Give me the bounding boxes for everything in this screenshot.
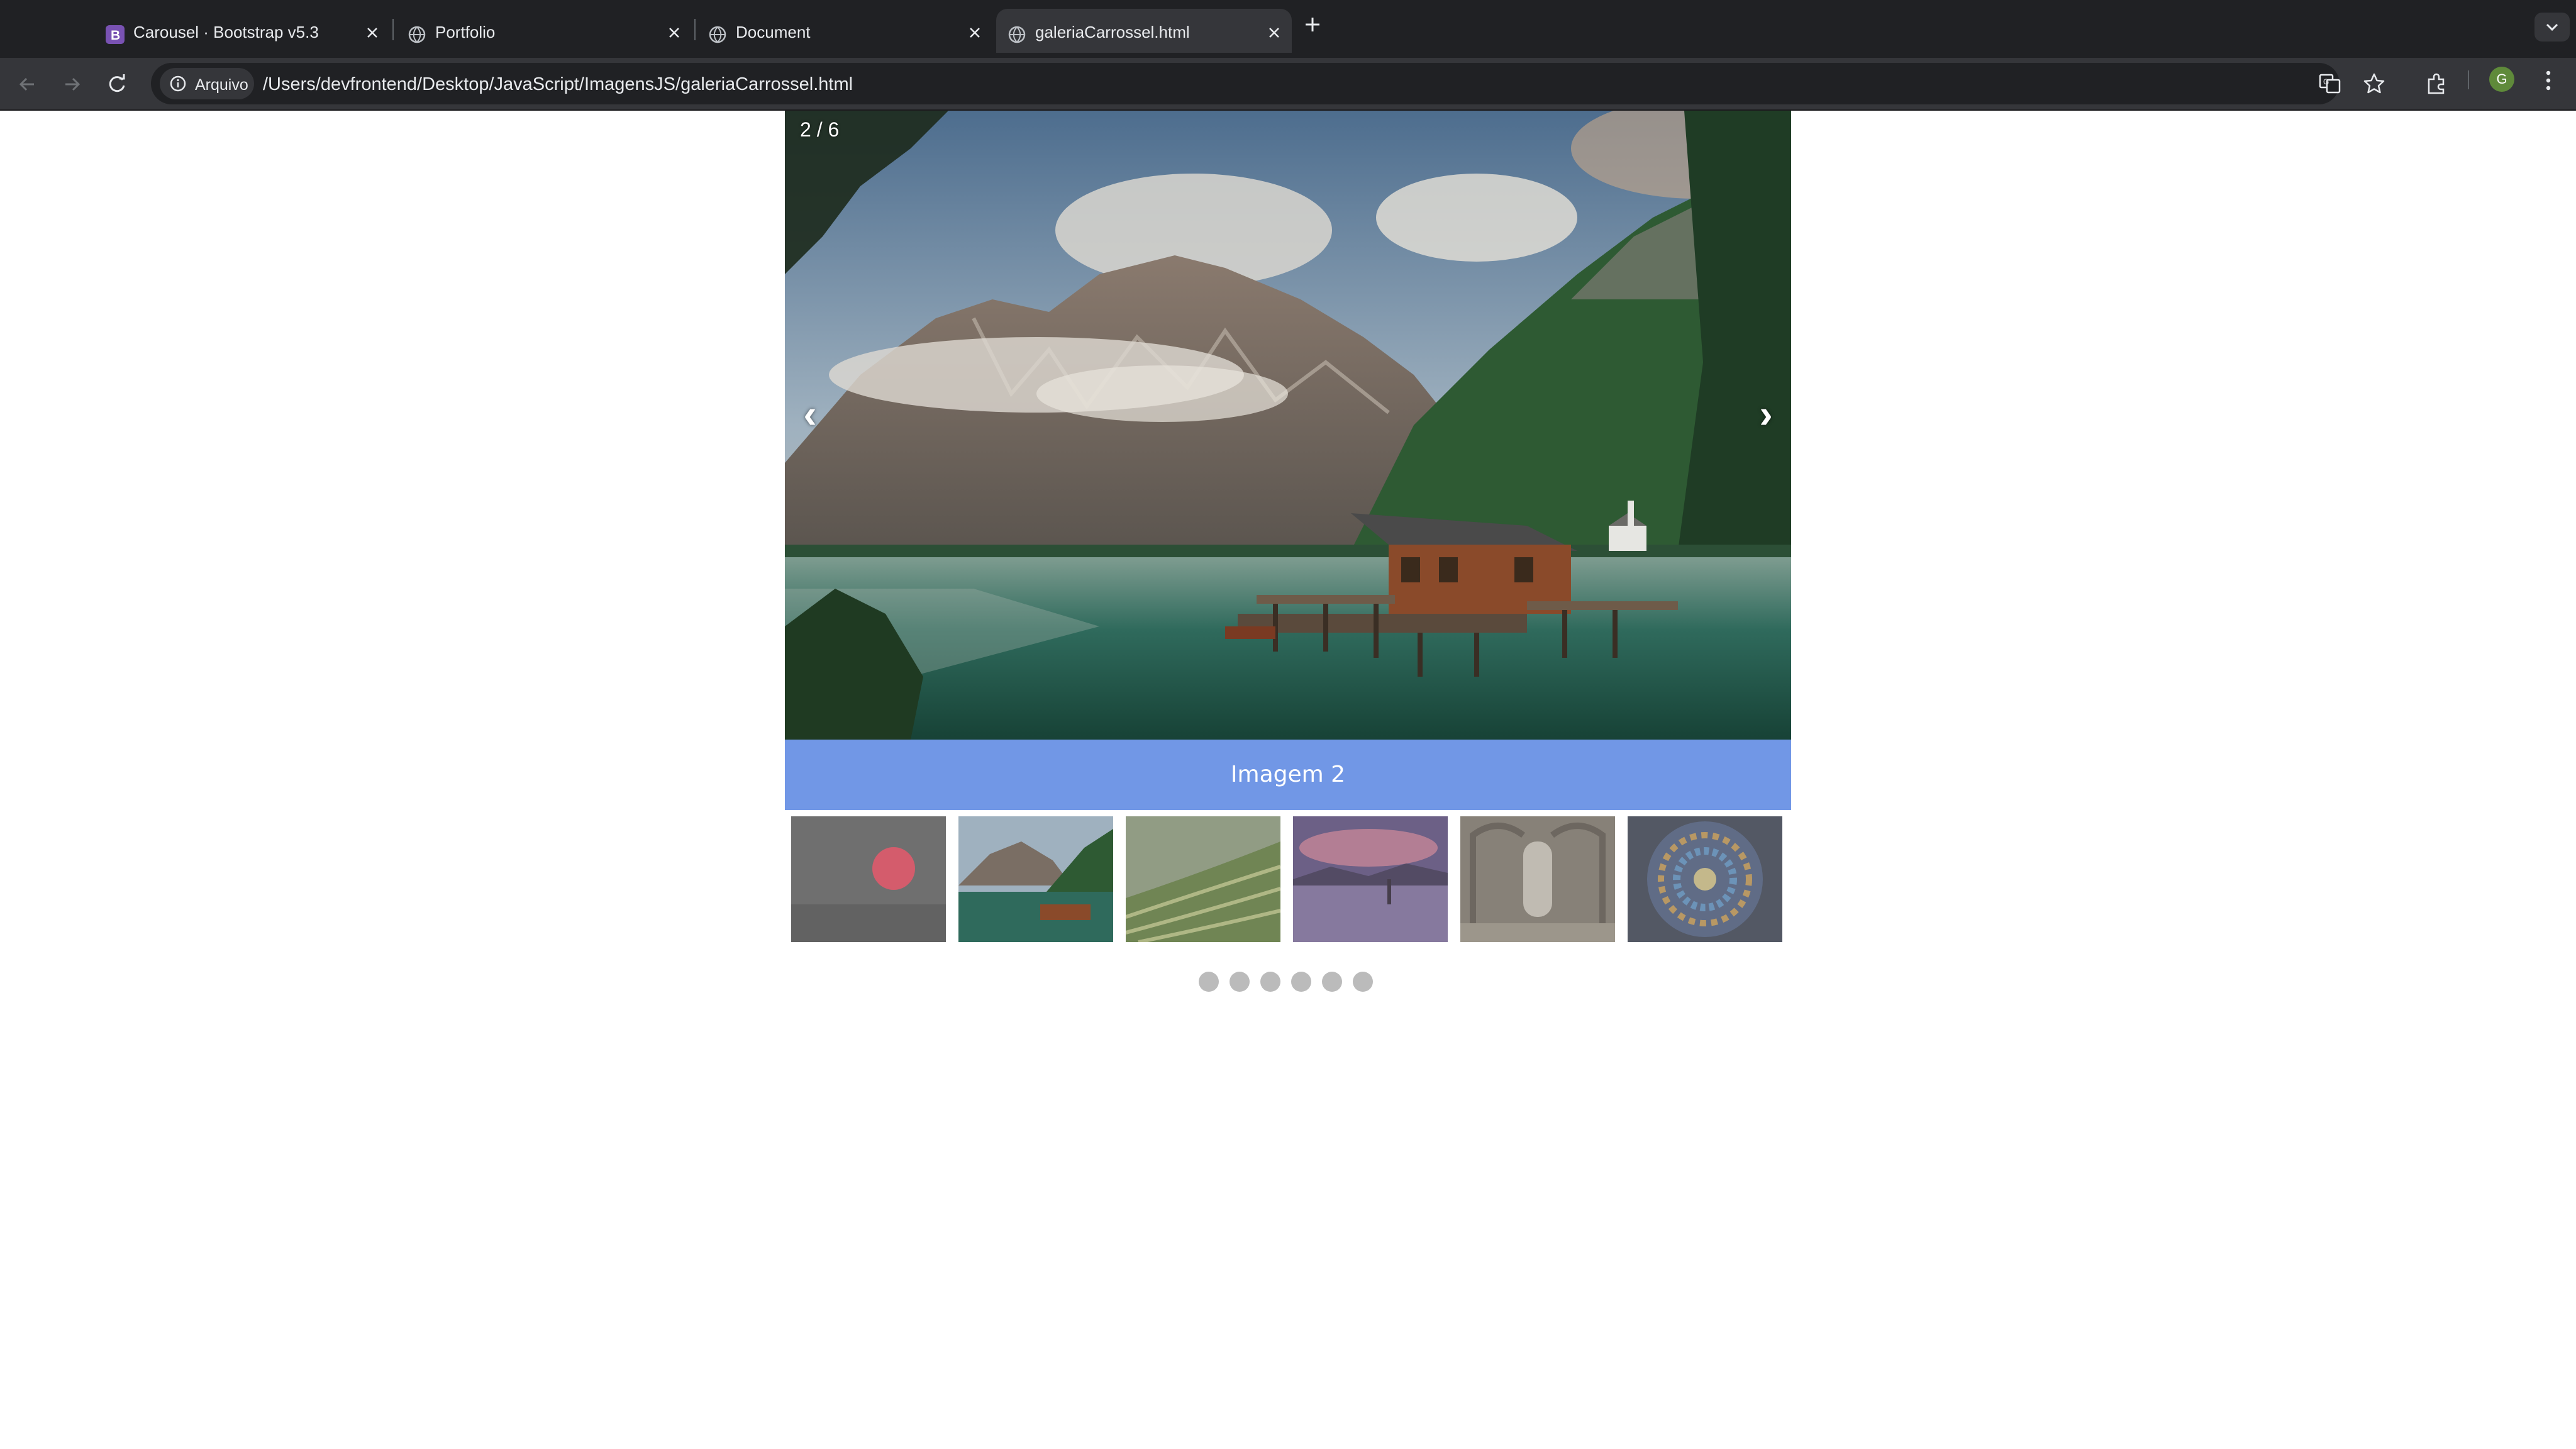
toolbar-separator — [2468, 70, 2469, 89]
svg-text:B: B — [111, 28, 120, 43]
info-icon — [170, 75, 186, 92]
globe-icon — [708, 25, 727, 44]
tab-portfolio[interactable]: Portfolio — [396, 9, 692, 53]
new-tab-icon[interactable] — [1302, 14, 1323, 35]
thumbnail-cloister[interactable] — [1460, 816, 1615, 942]
back-arrow-icon[interactable] — [14, 70, 42, 98]
thumbnail-overlay — [1628, 816, 1782, 942]
indicator-dot[interactable] — [1230, 972, 1250, 992]
close-tab-icon[interactable] — [1267, 25, 1282, 40]
reload-icon[interactable] — [103, 70, 131, 98]
indicator-dot[interactable] — [1322, 972, 1342, 992]
indicator-dot[interactable] — [1353, 972, 1373, 992]
tab-carousel-bootstrap[interactable]: B Carousel · Bootstrap v5.3 — [94, 9, 390, 53]
more-menu-icon[interactable] — [2537, 68, 2560, 93]
close-tab-icon[interactable] — [365, 25, 380, 40]
tab-title: Carousel · Bootstrap v5.3 — [133, 23, 319, 42]
browser-toolbar: Arquivo /Users/devfrontend/Desktop/JavaS… — [0, 58, 2576, 111]
image-carousel: 2 / 6 ‹ › Imagem 2 — [785, 111, 1791, 810]
indicator-dot[interactable] — [1199, 972, 1219, 992]
thumbnail-overlay — [1293, 816, 1448, 942]
next-slide-button[interactable]: › — [1747, 394, 1785, 434]
thumbnail-sunset-lake[interactable] — [1293, 816, 1448, 942]
thumbnail-red-sun[interactable] — [791, 816, 946, 942]
thumbnail-mountain-lake[interactable] — [958, 816, 1113, 942]
tab-galeria-carrossel[interactable]: galeriaCarrossel.html — [996, 9, 1292, 53]
thumbnail-strip — [791, 816, 1785, 942]
slide-caption: Imagem 2 — [785, 740, 1791, 810]
close-tab-icon[interactable] — [667, 25, 682, 40]
slide-counter: 2 / 6 — [800, 118, 840, 141]
indicator-dot[interactable] — [1291, 972, 1311, 992]
url-text[interactable]: /Users/devfrontend/Desktop/JavaScript/Im… — [263, 74, 853, 95]
tab-separator — [392, 19, 394, 40]
bookmark-star-icon[interactable] — [2362, 72, 2386, 96]
tab-separator — [694, 19, 696, 40]
tab-document[interactable]: Document — [697, 9, 992, 53]
thumbnail-overlay — [1126, 816, 1280, 942]
thumbnail-overlay — [1460, 816, 1615, 942]
tab-title: Portfolio — [435, 23, 496, 42]
forward-arrow-icon[interactable] — [58, 70, 86, 98]
previous-slide-button[interactable]: ‹ — [791, 394, 829, 434]
tab-strip: B Carousel · Bootstrap v5.3 Portfolio Do… — [0, 0, 2576, 58]
globe-icon — [1008, 25, 1026, 44]
extensions-icon[interactable] — [2423, 70, 2450, 98]
globe-icon — [408, 25, 426, 44]
address-bar[interactable]: Arquivo /Users/devfrontend/Desktop/JavaS… — [151, 63, 2385, 104]
thumbnail-overlay — [791, 816, 946, 942]
site-info-chip[interactable]: Arquivo — [160, 68, 254, 99]
tab-title: galeriaCarrossel.html — [1035, 23, 1190, 42]
translate-icon[interactable]: G — [2318, 72, 2342, 96]
carousel-indicators — [1199, 972, 1387, 993]
indicator-dot[interactable] — [1260, 972, 1280, 992]
bootstrap-icon: B — [106, 25, 125, 44]
site-info-label: Arquivo — [195, 76, 248, 94]
tab-search-button[interactable] — [2534, 13, 2570, 42]
thumbnail-stained-glass[interactable] — [1628, 816, 1782, 942]
thumbnail-rice-terraces[interactable] — [1126, 816, 1280, 942]
close-tab-icon[interactable] — [967, 25, 982, 40]
tab-title: Document — [736, 23, 811, 42]
carousel-slide-image — [785, 111, 1791, 740]
chevron-down-icon — [2546, 23, 2558, 31]
profile-avatar[interactable]: G — [2489, 67, 2514, 92]
svg-text:G: G — [2323, 77, 2329, 86]
